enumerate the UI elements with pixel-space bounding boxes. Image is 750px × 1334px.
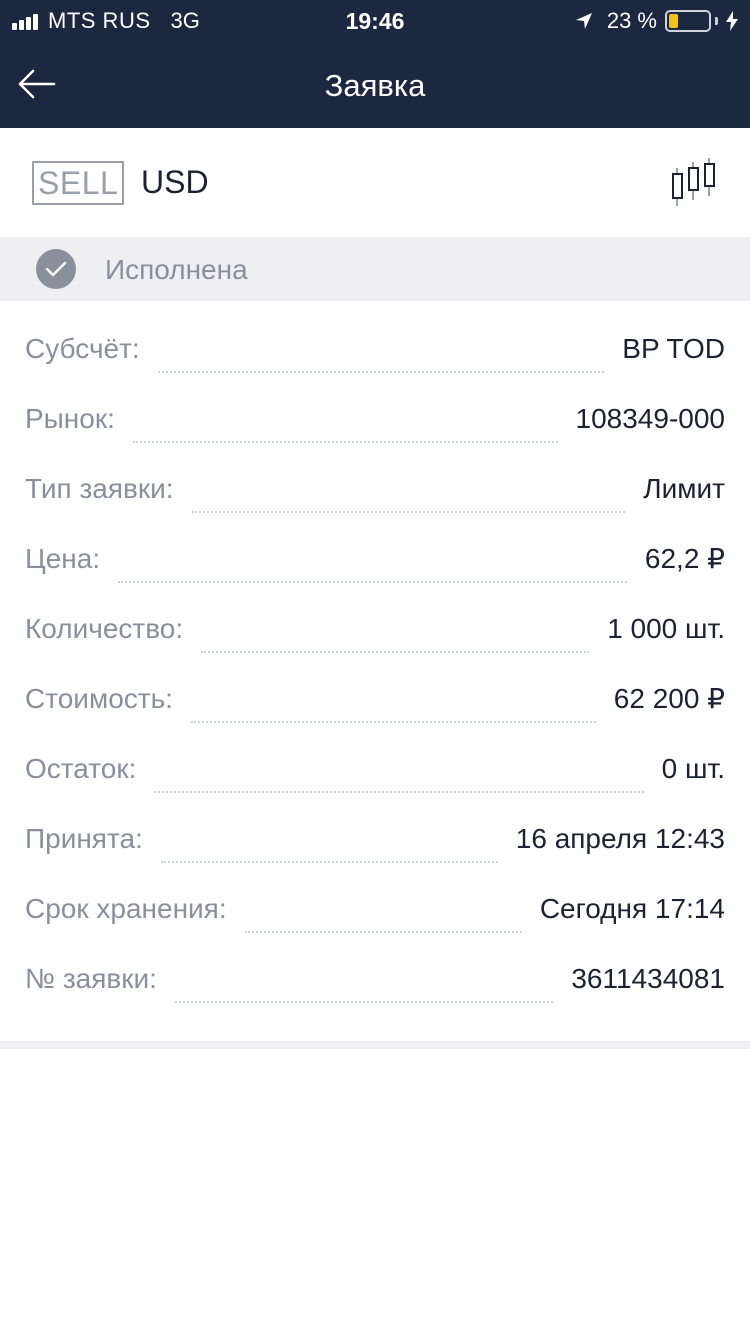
order-status-text: Исполнена bbox=[105, 254, 248, 285]
detail-value: 62 200 ₽ bbox=[613, 683, 725, 714]
detail-value: Лимит bbox=[643, 473, 725, 504]
candlestick-chart-icon[interactable] bbox=[666, 156, 720, 210]
dotted-leader bbox=[118, 581, 627, 583]
detail-value: 62,2 ₽ bbox=[644, 543, 725, 574]
dotted-leader bbox=[157, 371, 605, 373]
detail-row-expiry: Срок хранения: Сегодня 17:14 bbox=[0, 877, 750, 947]
detail-row-order-type: Тип заявки: Лимит bbox=[0, 457, 750, 527]
battery-percent: 23 % bbox=[606, 8, 657, 33]
detail-value: 108349-000 bbox=[575, 403, 725, 434]
battery-icon bbox=[665, 10, 711, 32]
page-title: Заявка bbox=[324, 68, 426, 103]
detail-row-quantity: Количество: 1 000 шт. bbox=[0, 597, 750, 667]
app-header: MTS RUS 3G 19:46 23 % Заявка bbox=[0, 0, 750, 128]
detail-label: Остаток: bbox=[25, 753, 137, 784]
status-bar: MTS RUS 3G 19:46 23 % bbox=[0, 0, 750, 40]
detail-label: № заявки: bbox=[25, 963, 157, 994]
detail-value: 0 шт. bbox=[661, 753, 725, 784]
detail-label: Субсчёт: bbox=[25, 333, 140, 364]
dotted-leader bbox=[191, 511, 626, 513]
detail-value: 16 апреля 12:43 bbox=[515, 823, 725, 854]
detail-row-subaccount: Субсчёт: BP TOD bbox=[0, 317, 750, 387]
detail-value: BP TOD bbox=[622, 333, 725, 364]
detail-row-accepted: Принята: 16 апреля 12:43 bbox=[0, 807, 750, 877]
order-details-list: Субсчёт: BP TOD Рынок: 108349-000 Тип за… bbox=[0, 317, 750, 1017]
detail-row-order-number: № заявки: 3611434081 bbox=[0, 947, 750, 1017]
dotted-leader bbox=[190, 721, 596, 723]
status-right: 23 % bbox=[575, 8, 738, 34]
detail-value: 1 000 шт. bbox=[607, 613, 725, 644]
location-arrow-icon bbox=[575, 12, 593, 30]
detail-row-remaining: Остаток: 0 шт. bbox=[0, 737, 750, 807]
check-circle-icon bbox=[36, 249, 76, 289]
detail-label: Количество: bbox=[25, 613, 184, 644]
dotted-leader bbox=[244, 931, 522, 933]
detail-label: Тип заявки: bbox=[25, 473, 174, 504]
dotted-leader bbox=[201, 651, 590, 653]
battery-fill bbox=[669, 14, 678, 28]
detail-value: Сегодня 17:14 bbox=[539, 893, 725, 924]
dotted-leader bbox=[154, 791, 644, 793]
dotted-leader bbox=[174, 1001, 554, 1003]
detail-label: Принята: bbox=[25, 823, 143, 854]
detail-label: Рынок: bbox=[25, 403, 115, 434]
instrument-name: USD bbox=[141, 164, 209, 200]
order-side-badge: SELL bbox=[32, 161, 125, 205]
detail-row-price: Цена: 62,2 ₽ bbox=[0, 527, 750, 597]
battery-tip bbox=[715, 17, 718, 25]
detail-label: Срок хранения: bbox=[25, 893, 227, 924]
instrument-row: SELL USD bbox=[0, 128, 750, 236]
detail-value: 3611434081 bbox=[571, 963, 725, 994]
detail-row-market: Рынок: 108349-000 bbox=[0, 387, 750, 457]
detail-label: Цена: bbox=[25, 543, 101, 574]
dotted-leader bbox=[160, 861, 498, 863]
dotted-leader bbox=[132, 441, 558, 443]
order-status-bar: Исполнена bbox=[0, 237, 750, 301]
charging-bolt-icon bbox=[726, 11, 738, 31]
section-divider bbox=[0, 1041, 750, 1049]
detail-label: Стоимость: bbox=[25, 683, 173, 714]
detail-row-cost: Стоимость: 62 200 ₽ bbox=[0, 667, 750, 737]
